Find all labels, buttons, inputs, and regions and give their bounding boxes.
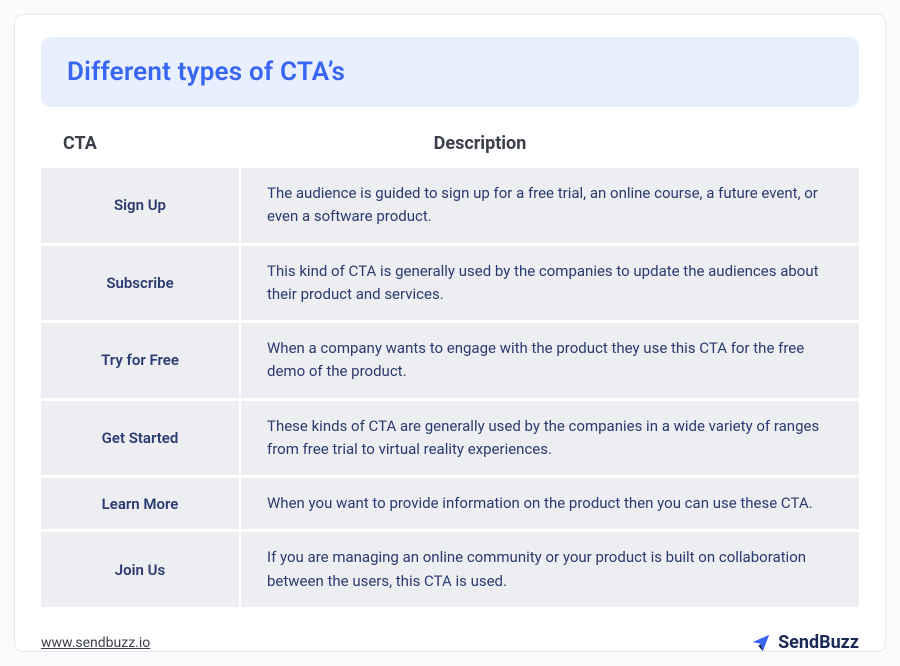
cta-name: Learn More — [41, 478, 241, 529]
brand-name: SendBuzz — [778, 632, 859, 653]
cta-name: Sign Up — [41, 168, 241, 243]
cta-description: This kind of CTA is generally used by th… — [241, 246, 859, 321]
column-header-cta: CTA — [41, 133, 241, 154]
footer: www.sendbuzz.io SendBuzz — [41, 610, 859, 654]
table-row: Join Us If you are managing an online co… — [41, 532, 859, 607]
brand-logo-icon — [750, 632, 772, 654]
cta-description: When you want to provide information on … — [241, 478, 859, 529]
table-row: Sign Up The audience is guided to sign u… — [41, 168, 859, 243]
table-row: Get Started These kinds of CTA are gener… — [41, 401, 859, 476]
table-header-row: CTA Description — [41, 121, 859, 168]
cta-description: If you are managing an online community … — [241, 532, 859, 607]
brand: SendBuzz — [750, 632, 859, 654]
cta-description: These kinds of CTA are generally used by… — [241, 401, 859, 476]
title-bar: Different types of CTA’s — [41, 37, 859, 107]
table-row: Try for Free When a company wants to eng… — [41, 323, 859, 398]
table-row: Learn More When you want to provide info… — [41, 478, 859, 529]
table-body: Sign Up The audience is guided to sign u… — [41, 168, 859, 610]
page-title: Different types of CTA’s — [67, 57, 833, 87]
cta-name: Join Us — [41, 532, 241, 607]
cta-name: Subscribe — [41, 246, 241, 321]
cta-name: Try for Free — [41, 323, 241, 398]
website-link[interactable]: www.sendbuzz.io — [41, 635, 150, 651]
cta-description: When a company wants to engage with the … — [241, 323, 859, 398]
cta-description: The audience is guided to sign up for a … — [241, 168, 859, 243]
content-card: Different types of CTA’s CTA Description… — [14, 14, 886, 652]
table-row: Subscribe This kind of CTA is generally … — [41, 246, 859, 321]
cta-name: Get Started — [41, 401, 241, 476]
column-header-description: Description — [241, 133, 859, 154]
